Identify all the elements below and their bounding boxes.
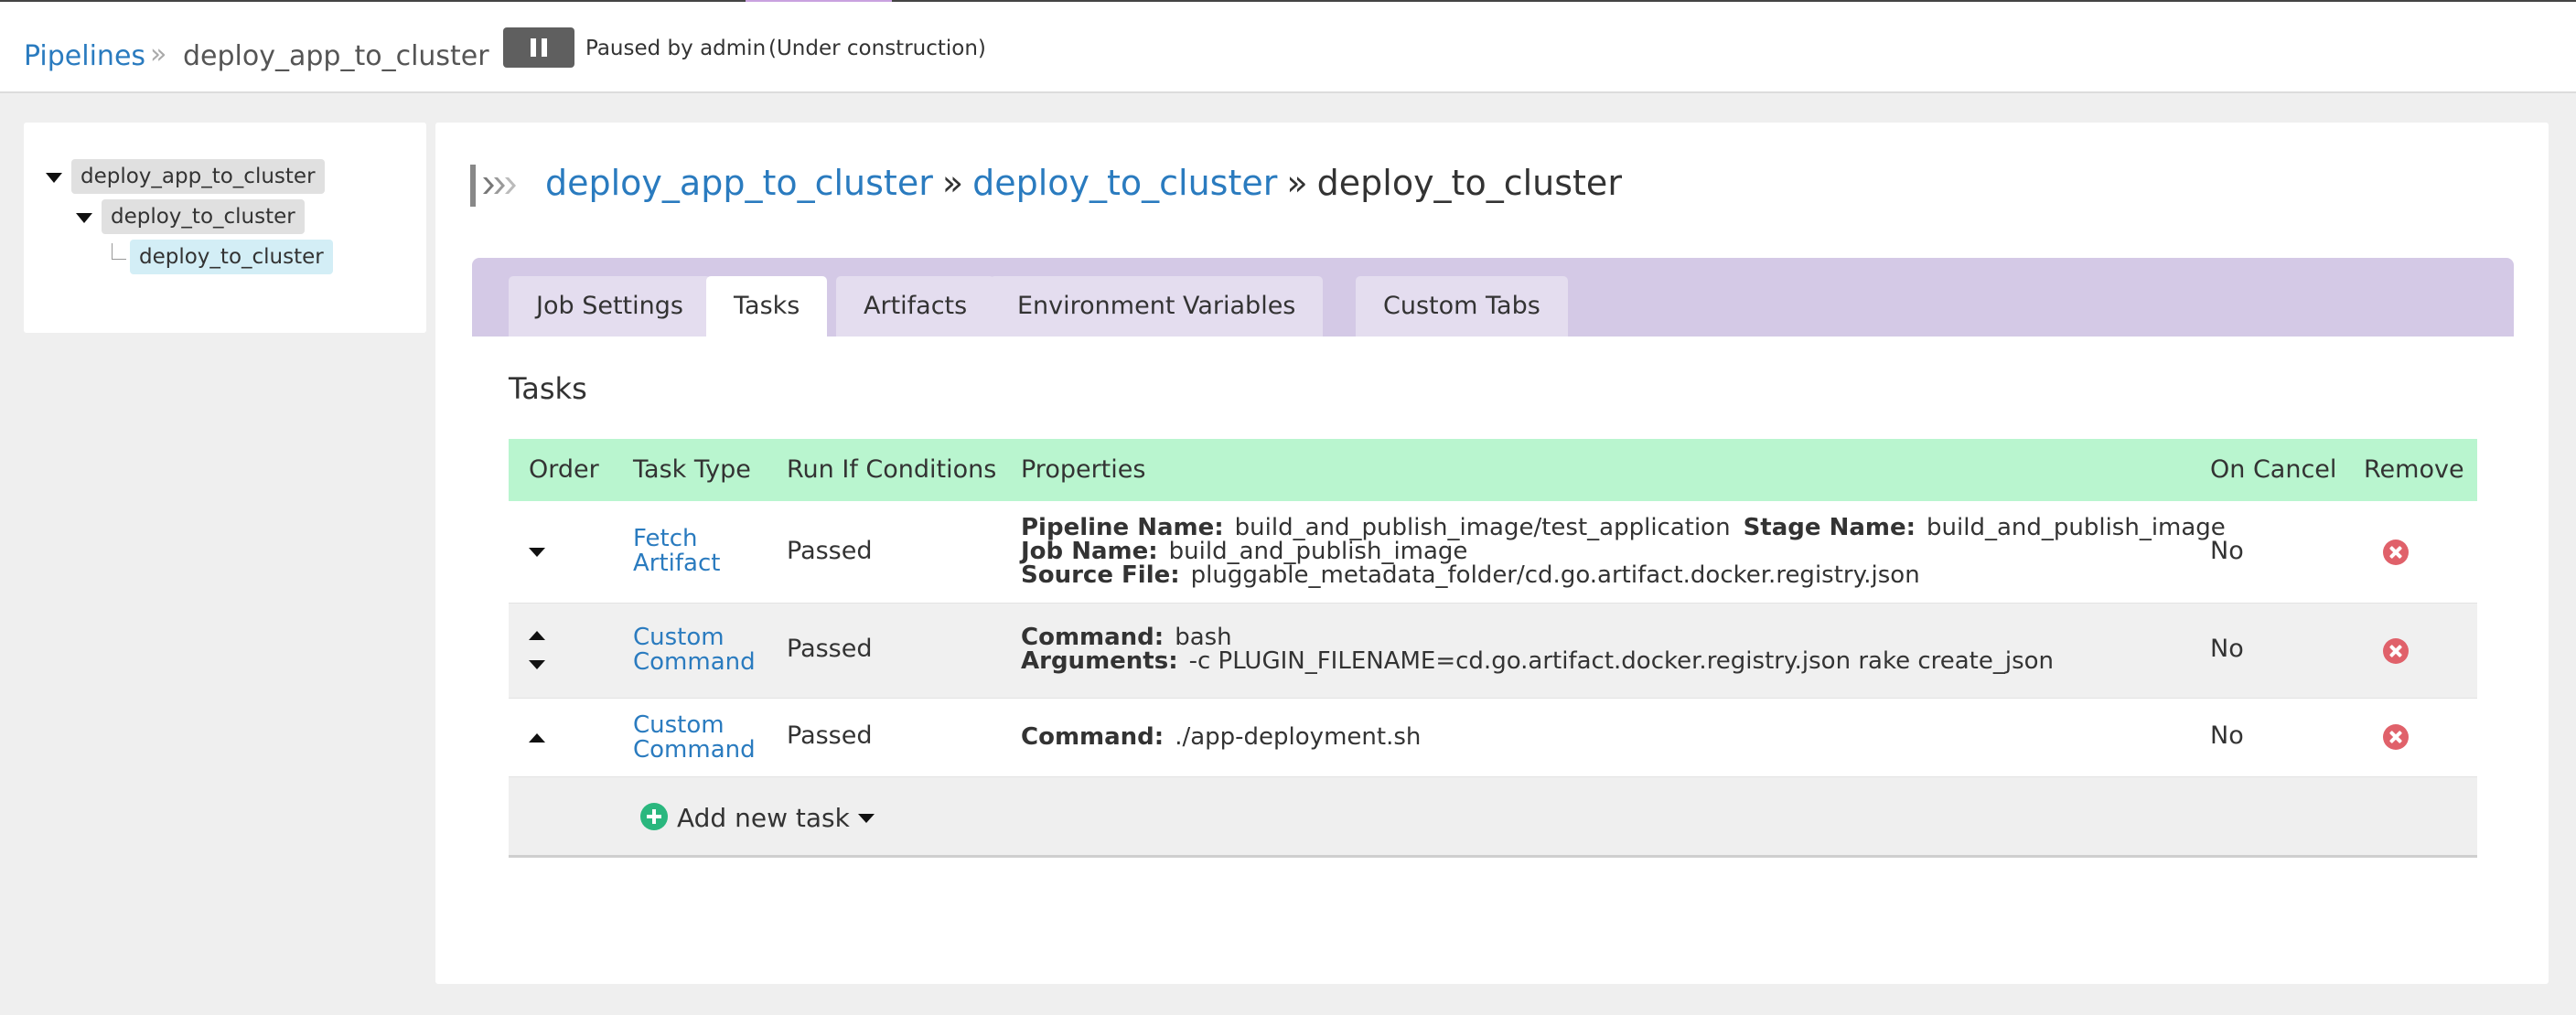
remove-task-icon[interactable]	[2383, 540, 2409, 565]
unpause-button[interactable]	[503, 27, 574, 68]
task-type-link[interactable]: Custom Command	[633, 713, 756, 763]
header-on-cancel: On Cancel	[2210, 455, 2337, 484]
title-pipeline-link[interactable]: deploy_app_to_cluster	[545, 163, 933, 203]
title-stage-link[interactable]: deploy_to_cluster	[972, 163, 1277, 203]
title-job: deploy_to_cluster	[1316, 163, 1622, 203]
header-remove: Remove	[2364, 455, 2464, 484]
move-up-icon[interactable]	[529, 733, 545, 743]
tab-tasks[interactable]: Tasks	[706, 276, 828, 337]
property-line: Command: ./app-deployment.sh	[1021, 723, 1422, 751]
task-type-link[interactable]: Custom Command	[633, 625, 756, 675]
breadcrumb-current-pipeline: deploy_app_to_cluster	[183, 40, 489, 72]
move-up-icon[interactable]	[529, 631, 545, 640]
chevron-down-icon	[858, 814, 875, 823]
run-if-value: Passed	[787, 537, 873, 565]
collapse-pipeline-icon[interactable]	[46, 173, 62, 183]
tree-connector	[112, 243, 126, 260]
job-config-panel: deploy_app_to_cluster» deploy_to_cluster»…	[435, 123, 2549, 984]
tab-job-settings[interactable]: Job Settings	[509, 276, 711, 337]
job-title: deploy_app_to_cluster» deploy_to_cluster»…	[545, 163, 1622, 203]
tab-environment-variables[interactable]: Environment Variables	[990, 276, 1324, 337]
on-cancel-value: No	[2210, 721, 2244, 750]
tab-strip: Job Settings Tasks Artifacts Environment…	[472, 258, 2514, 337]
move-down-icon[interactable]	[529, 548, 545, 557]
table-row: Custom Command Passed Command: ./app-depl…	[509, 699, 2477, 777]
remove-task-icon[interactable]	[2383, 638, 2409, 664]
breadcrumb-pipelines-link[interactable]: Pipelines	[24, 40, 145, 72]
page-header: Pipelines » deploy_app_to_cluster Paused…	[0, 2, 2576, 93]
header-order: Order	[529, 455, 599, 484]
tree-node-job[interactable]: deploy_to_cluster	[130, 240, 333, 274]
add-new-task-label: Add new task	[677, 803, 850, 833]
tab-custom-tabs[interactable]: Custom Tabs	[1356, 276, 1568, 337]
move-down-icon[interactable]	[529, 660, 545, 669]
pause-icon	[531, 38, 536, 57]
collapse-stage-icon[interactable]	[76, 213, 92, 223]
title-separator: »	[1286, 163, 1308, 203]
header-run-if: Run If Conditions	[787, 455, 997, 484]
on-cancel-value: No	[2210, 537, 2244, 565]
header-properties: Properties	[1021, 455, 1146, 484]
property-line: Job Name: build_and_publish_image	[1021, 538, 1468, 565]
table-header: Order Task Type Run If Conditions Proper…	[509, 439, 2477, 501]
property-line: Arguments: -c PLUGIN_FILENAME=cd.go.artif…	[1021, 647, 2055, 675]
on-cancel-value: No	[2210, 635, 2244, 663]
property-line: Command: bash	[1021, 624, 1232, 651]
header-task-type: Task Type	[633, 455, 751, 484]
task-type-link[interactable]: Fetch Artifact	[633, 527, 720, 576]
job-icon	[470, 165, 516, 207]
property-line: Pipeline Name: build_and_publish_image/te…	[1021, 514, 2226, 541]
table-row: Custom Command Passed Command: bash Argum…	[509, 604, 2477, 699]
plus-icon	[640, 803, 668, 830]
title-separator: »	[941, 163, 964, 203]
remove-task-icon[interactable]	[2383, 724, 2409, 750]
tab-artifacts[interactable]: Artifacts	[836, 276, 995, 337]
tree-node-pipeline[interactable]: deploy_app_to_cluster	[71, 159, 325, 194]
run-if-value: Passed	[787, 635, 873, 663]
tree-node-stage[interactable]: deploy_to_cluster	[102, 199, 305, 234]
construction-status: (Under construction)	[768, 37, 986, 60]
table-row: Fetch Artifact Passed Pipeline Name: buil…	[509, 501, 2477, 604]
property-line: Source File: pluggable_metadata_folder/cd…	[1021, 561, 1920, 589]
breadcrumb-separator: »	[150, 38, 167, 70]
pipeline-tree: deploy_app_to_cluster deploy_to_cluster …	[24, 123, 426, 333]
add-task-row: Add new task	[509, 777, 2477, 858]
paused-status: Paused by admin	[585, 37, 767, 60]
run-if-value: Passed	[787, 721, 873, 750]
section-title: Tasks	[509, 371, 587, 406]
